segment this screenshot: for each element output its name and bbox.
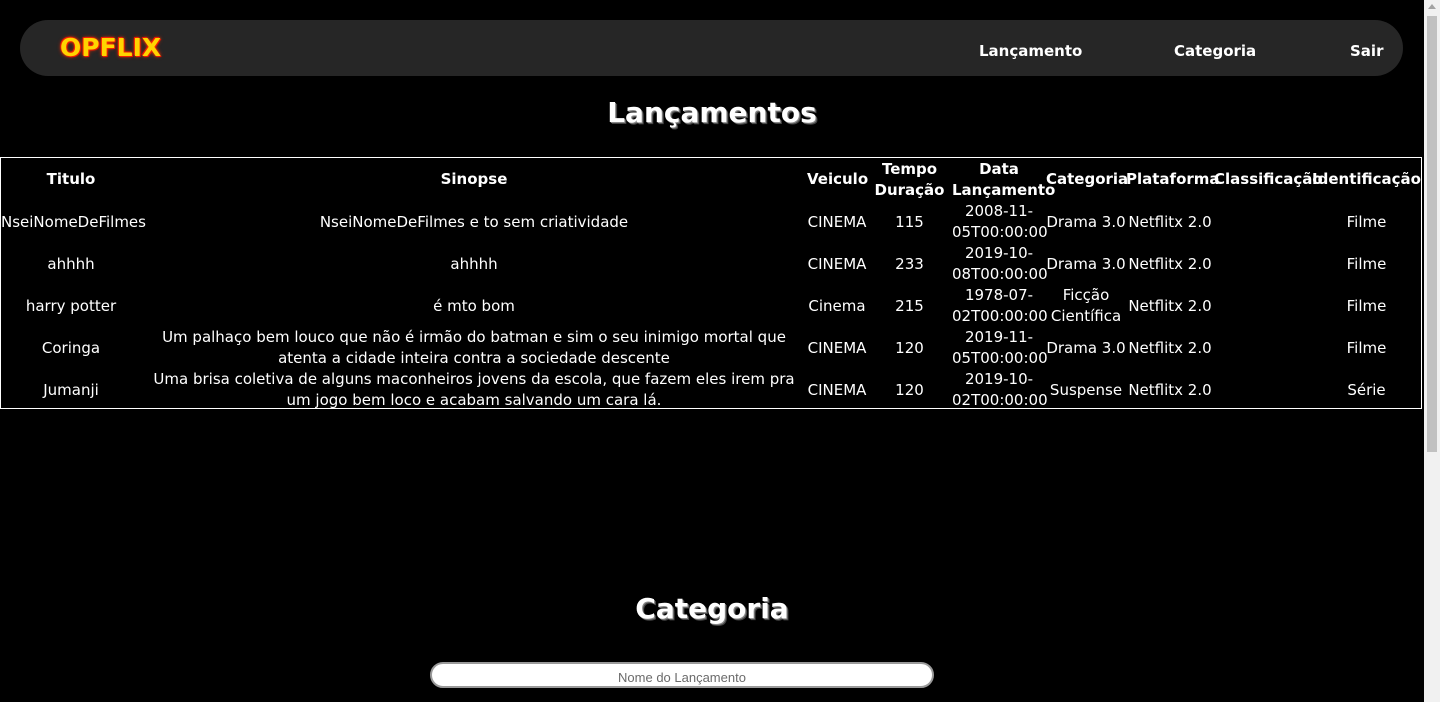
nav-link-lancamento[interactable]: Lançamento (979, 42, 1082, 60)
table-header-row: Titulo Sinopse Veiculo Tempo Duração Dat… (1, 158, 1423, 201)
cell-plataforma: Netflitx 2.0 (1128, 338, 1212, 357)
cell-data-lancamento: 2019-11-05T00:00:00 (952, 328, 1048, 367)
scroll-up-arrow-icon[interactable] (1428, 4, 1436, 9)
cell-plataforma: Netflitx 2.0 (1128, 296, 1212, 315)
table-row: Coringa Um palhaço bem louco que não é i… (1, 327, 1423, 369)
cell-data-lancamento: 2008-11-05T00:00:00 (952, 202, 1048, 241)
cell-titulo: NseiNomeDeFilmes (1, 212, 146, 231)
column-header-sinopse: Sinopse (440, 170, 508, 188)
table-row: Jumanji Uma brisa coletiva de alguns mac… (1, 369, 1423, 411)
cell-identificacao: Filme (1346, 296, 1387, 315)
column-header-tempo-duracao: Tempo Duração (874, 159, 945, 199)
cell-veiculo: CINEMA (807, 212, 867, 231)
cell-plataforma: Netflitx 2.0 (1128, 254, 1212, 273)
cell-categoria: Drama 3.0 (1046, 338, 1126, 357)
cell-plataforma: Netflitx 2.0 (1128, 212, 1212, 231)
cell-veiculo: CINEMA (807, 254, 867, 273)
cell-sinopse: é mto bom (433, 296, 515, 315)
cell-classificacao (1214, 243, 1310, 285)
cell-identificacao: Filme (1346, 254, 1387, 273)
nav-link-categoria[interactable]: Categoria (1174, 42, 1256, 60)
nav-link-sair[interactable]: Sair (1350, 42, 1383, 60)
cell-classificacao (1214, 327, 1310, 369)
scrollbar-thumb[interactable] (1427, 16, 1437, 452)
column-header-titulo: Titulo (46, 170, 96, 188)
cell-veiculo: CINEMA (807, 380, 867, 399)
search-input[interactable] (430, 662, 934, 688)
cell-classificacao (1214, 201, 1310, 243)
column-header-identificacao: Identificação (1312, 170, 1421, 188)
cell-tempo-duracao: 215 (895, 296, 924, 315)
cell-data-lancamento: 2019-10-08T00:00:00 (952, 244, 1048, 283)
cell-sinopse: Uma brisa coletiva de alguns maconheiros… (153, 370, 795, 409)
cell-categoria: Suspense (1049, 380, 1123, 399)
table-row: harry potter é mto bom Cinema 215 1978-0… (1, 285, 1423, 327)
navbar: OPFLIX Lançamento Categoria Sair (20, 20, 1403, 76)
cell-tempo-duracao: 120 (895, 338, 924, 357)
cell-titulo: Jumanji (43, 380, 99, 399)
cell-veiculo: Cinema (808, 296, 866, 315)
page: OPFLIX Lançamento Categoria Sair Lançame… (0, 0, 1424, 702)
cell-veiculo: CINEMA (807, 338, 867, 357)
brand-logo[interactable]: OPFLIX (60, 33, 161, 62)
cell-categoria: Ficção Científica (1050, 286, 1122, 325)
cell-categoria: Drama 3.0 (1046, 254, 1126, 273)
cell-tempo-duracao: 120 (895, 380, 924, 399)
column-header-veiculo: Veiculo (807, 170, 869, 188)
cell-classificacao (1214, 369, 1310, 411)
table-row: ahhhh ahhhh CINEMA 233 2019-10-08T00:00:… (1, 243, 1423, 285)
cell-tempo-duracao: 233 (895, 254, 924, 273)
cell-data-lancamento: 2019-10-02T00:00:00 (952, 370, 1048, 409)
cell-categoria: Drama 3.0 (1046, 212, 1126, 231)
lancamentos-table: Titulo Sinopse Veiculo Tempo Duração Dat… (0, 157, 1422, 409)
cell-identificacao: Série (1347, 380, 1386, 399)
column-header-categoria: Categoria (1046, 170, 1129, 188)
cell-titulo: Coringa (41, 338, 101, 357)
cell-titulo: harry potter (25, 296, 117, 315)
cell-data-lancamento: 1978-07-02T00:00:00 (952, 286, 1048, 325)
column-header-plataforma: Plataforma (1126, 170, 1220, 188)
cell-titulo: ahhhh (47, 254, 95, 273)
cell-identificacao: Filme (1346, 212, 1387, 231)
cell-identificacao: Filme (1346, 338, 1387, 357)
vertical-scrollbar[interactable] (1424, 0, 1440, 702)
categoria-title: Categoria (635, 592, 789, 625)
cell-sinopse: Um palhaço bem louco que não é irmão do … (162, 328, 786, 367)
table-row: NseiNomeDeFilmes NseiNomeDeFilmes e to s… (1, 201, 1423, 243)
cell-sinopse: NseiNomeDeFilmes e to sem criatividade (319, 212, 629, 231)
lancamentos-title: Lançamentos (607, 96, 817, 129)
cell-sinopse: ahhhh (450, 254, 498, 273)
column-header-classificacao: Classificação (1214, 170, 1323, 188)
cell-plataforma: Netflitx 2.0 (1128, 380, 1212, 399)
column-header-data-lancamento: Data Lançamento (952, 159, 1056, 199)
cell-tempo-duracao: 115 (895, 212, 924, 231)
cell-classificacao (1214, 285, 1310, 327)
